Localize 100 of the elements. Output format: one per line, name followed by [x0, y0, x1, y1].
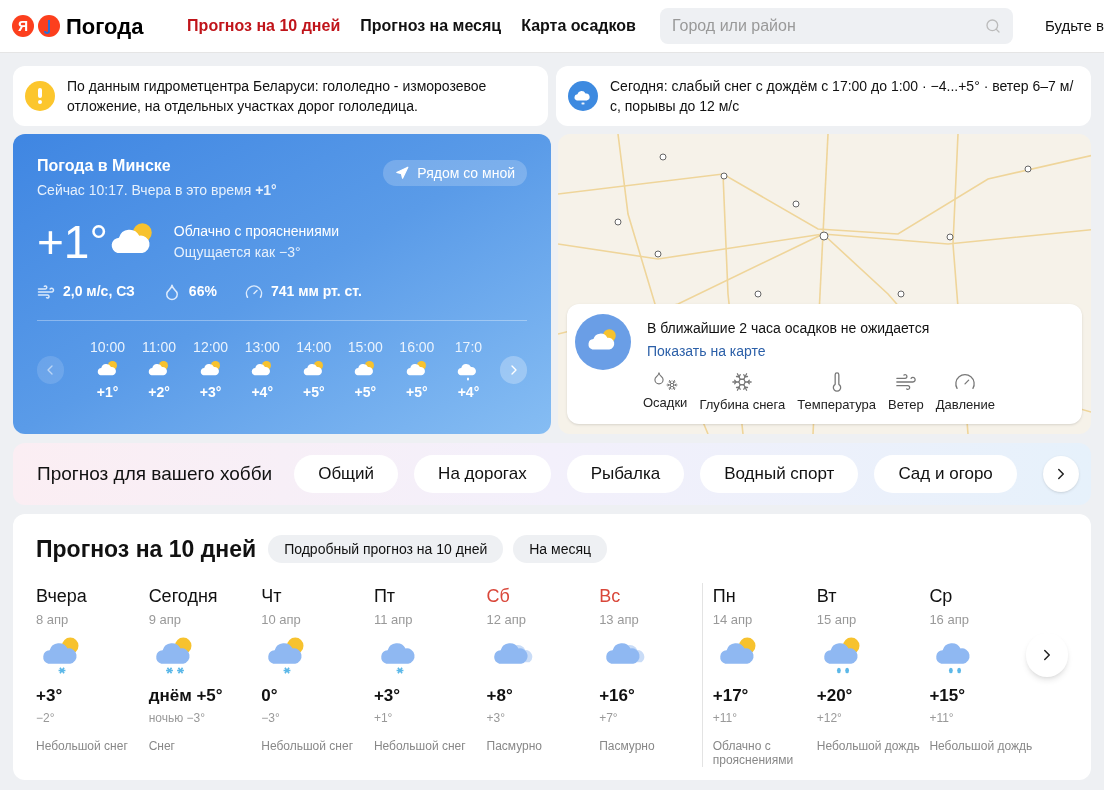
day-name: Сегодня	[148, 584, 219, 608]
hobby-title: Прогноз для вашего хобби	[37, 461, 273, 486]
day-temp: +8°	[486, 685, 514, 707]
night-temp: +11°	[712, 709, 738, 727]
hour-time: 17:0	[454, 338, 483, 357]
next-days-button[interactable]	[1026, 632, 1068, 677]
hour-time: 11:00	[142, 338, 177, 357]
night-temp: −3°	[261, 709, 281, 727]
day-temp: +20°	[816, 685, 854, 707]
precip-text: В ближайшие 2 часа осадков не ожидается	[647, 319, 931, 338]
day-name: Вс	[599, 584, 622, 608]
night-temp: +12°	[816, 709, 843, 727]
day-name: Вт	[816, 584, 838, 608]
hour-temp: +4°	[457, 383, 480, 402]
day-condition: Небольшой дождь	[929, 738, 1034, 753]
hour-time: 14:00	[296, 338, 332, 357]
map-layer-button[interactable]: Ветер	[888, 371, 924, 415]
hour-temp: +5°	[303, 383, 325, 402]
day-condition: Небольшой снег	[261, 738, 354, 753]
day-name: Ср	[929, 584, 954, 608]
nav-link[interactable]: Прогноз на 10 дней	[187, 14, 341, 38]
day-column[interactable]: Чт 10 апр 0° −3° Небольшой снег	[261, 582, 374, 753]
hobby-tab[interactable]: Водный спорт	[700, 455, 859, 493]
day-condition: Небольшой снег	[373, 738, 467, 753]
alert-text: По данным гидрометцентра Беларуси: гололедно - изморозевое отложение, на отдельных участках дорог гололедица.	[67, 77, 488, 116]
forecast-link-button[interactable]: Подробный прогноз на 10 дней	[268, 535, 504, 564]
current-temp: +1°	[37, 215, 108, 269]
hour-time: 12:00	[193, 338, 229, 357]
day-name: Пн	[712, 584, 737, 608]
time-subtitle: Сейчас 10:17. Вчера в это время +1°	[37, 181, 277, 200]
next-button[interactable]	[1043, 456, 1079, 492]
night-temp: +1°	[373, 709, 394, 727]
day-temp: +15°	[929, 685, 966, 707]
hour-temp: +3°	[199, 383, 222, 402]
scroll-left-button[interactable]	[37, 356, 64, 384]
day-temp: 0°	[261, 685, 279, 707]
warning-icon	[25, 81, 55, 111]
day-date: 9 апр	[148, 610, 182, 629]
map-layer-button[interactable]: Температура	[797, 371, 876, 415]
logo-letter: Я	[12, 15, 34, 37]
humidity-value: 66%	[188, 282, 217, 301]
day-temp: +3°	[373, 685, 402, 707]
day-column[interactable]: Пт 11 апр +3° +1° Небольшой снег	[373, 582, 487, 753]
day-date: 14 апр	[712, 610, 754, 629]
map-layer-button[interactable]: Осадки	[643, 371, 688, 415]
day-condition: Облачно с прояснениями	[712, 738, 795, 767]
day-date: 13 апр	[599, 610, 640, 629]
day-column[interactable]: Ср 16 апр +15° +11° Небольшой дождь	[929, 582, 1042, 753]
hour-time: 13:00	[244, 338, 280, 357]
search-icon	[984, 18, 1001, 34]
city-title: Погода в Минске	[37, 156, 172, 176]
search-field[interactable]: Город или район	[659, 8, 1013, 44]
nav-link[interactable]: Карта осадков	[521, 14, 636, 38]
map-layer-button[interactable]: Глубина снега	[699, 371, 786, 415]
night-temp: +11°	[929, 709, 955, 727]
drop-snowflake-icon	[652, 371, 679, 391]
day-date: 11 апр	[373, 610, 414, 629]
hobby-tab[interactable]: Общий	[294, 455, 399, 493]
condition-text: Облачно с прояснениями	[173, 222, 340, 241]
day-condition: Небольшой дождь	[816, 738, 921, 753]
show-on-map-link[interactable]: Показать на карте	[647, 343, 766, 359]
hour-temp: +4°	[251, 383, 273, 402]
map-layer-button[interactable]: Давление	[935, 371, 995, 415]
cut-link[interactable]: Будьте в	[1044, 14, 1104, 38]
day-column[interactable]: Сб 12 апр +8° +3° Пасмурно	[486, 582, 600, 753]
hobby-tab[interactable]: Сад и огоро	[874, 455, 1017, 493]
hour-time: 15:00	[347, 338, 383, 357]
night-temp: +7°	[599, 709, 619, 727]
day-name: Чт	[261, 584, 283, 608]
hobby-tab[interactable]: На дорогах	[414, 455, 551, 493]
day-column[interactable]: Пн 14 апр +17° +11° Облачно с прояснениями	[701, 582, 817, 767]
hour-temp: +2°	[148, 383, 170, 402]
day-condition: Пасмурно	[599, 738, 656, 753]
night-temp: +3°	[486, 709, 506, 727]
day-date: 15 апр	[816, 610, 858, 629]
feels-like-text: Ощущается как −3°	[173, 243, 302, 262]
day-name: Вчера	[36, 584, 88, 608]
hobby-tab[interactable]: Рыбалка	[566, 455, 685, 493]
day-name: Сб	[486, 584, 511, 608]
hour-temp: +5°	[406, 383, 428, 402]
day-condition: Небольшой снег	[36, 738, 129, 753]
location-arrow-icon	[395, 166, 410, 180]
day-condition: Снег	[148, 738, 176, 753]
day-temp: днём +5°	[148, 685, 224, 707]
forecast-link-button[interactable]: На месяц	[513, 535, 608, 564]
night-temp: −2°	[36, 709, 56, 727]
snow-cloud-icon	[568, 81, 598, 111]
day-temp: +17°	[712, 685, 750, 707]
hour-temp: +5°	[354, 383, 377, 402]
wind-value: 2,0 м/с, СЗ	[63, 282, 135, 301]
nav-link[interactable]: Прогноз на месяц	[360, 14, 502, 38]
snowflake-icon	[731, 371, 754, 393]
hour-time: 10:00	[90, 338, 126, 357]
day-date: 16 апр	[929, 610, 970, 629]
scroll-right-button[interactable]	[500, 356, 527, 384]
umbrella-icon	[37, 14, 61, 38]
day-column[interactable]: Вчера 8 апр +3° −2° Небольшой снег	[36, 582, 149, 753]
day-column[interactable]: Сегодня 9 апр днём +5° ночью −3° Снег	[148, 582, 262, 753]
brand-name[interactable]: Погода	[66, 9, 144, 43]
day-column[interactable]: Вт 15 апр +20° +12° Небольшой дождь	[816, 582, 930, 753]
